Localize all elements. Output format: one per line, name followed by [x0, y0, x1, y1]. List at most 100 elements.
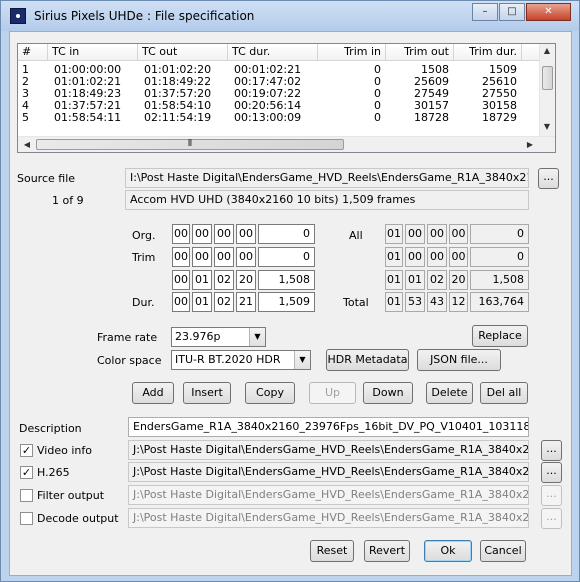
copy-button[interactable]: Copy [245, 382, 295, 404]
dur-hours[interactable]: 00 [172, 292, 190, 312]
color-space-select[interactable]: ITU-R BT.2020 HDR ▼ [171, 350, 311, 370]
filter-output-path: J:\Post Haste Digital\EndersGame_HVD_Ree… [128, 485, 529, 505]
minimize-button[interactable]: – [472, 3, 498, 21]
hdr-metadata-button[interactable]: HDR Metadata [326, 349, 409, 371]
scroll-right-icon[interactable]: ▶ [523, 140, 537, 149]
column-header-trim-out[interactable]: Trim out [386, 44, 454, 61]
dur-minutes[interactable]: 01 [192, 292, 212, 312]
del-all-button[interactable]: Del all [480, 382, 528, 404]
trim-minutes[interactable]: 00 [192, 247, 212, 267]
down-button[interactable]: Down [363, 382, 413, 404]
org-label: Org. [132, 229, 156, 242]
window-title: Sirius Pixels UHDe : File specification [34, 9, 255, 23]
horizontal-scroll-thumb[interactable]: ⦀ [36, 139, 344, 150]
chevron-down-icon[interactable]: ▼ [294, 351, 310, 369]
total-hours: 01 [385, 292, 403, 312]
json-file-button[interactable]: JSON file... [417, 349, 501, 371]
out-frame-count[interactable]: 1,508 [258, 270, 315, 290]
all-trim-minutes: 00 [405, 247, 425, 267]
all-seconds: 00 [427, 224, 447, 244]
column-header-trim-in[interactable]: Trim in [318, 44, 386, 61]
out-frames[interactable]: 20 [236, 270, 256, 290]
h265-browse-button[interactable]: ... [541, 462, 562, 483]
vertical-scroll-thumb[interactable] [542, 66, 553, 90]
out-seconds[interactable]: 02 [214, 270, 234, 290]
source-file-path[interactable]: I:\Post Haste Digital\EndersGame_HVD_Ree… [125, 168, 529, 188]
org-hours[interactable]: 00 [172, 224, 190, 244]
table-horizontal-scrollbar[interactable]: ◀ ⦀ ▶ [18, 136, 555, 152]
reel-table[interactable]: # TC in TC out TC dur. Trim in Trim out … [17, 43, 556, 153]
dur-frame-count[interactable]: 1,509 [258, 292, 315, 312]
column-header-trim-dur[interactable]: Trim dur. [454, 44, 522, 61]
dur-seconds[interactable]: 02 [214, 292, 234, 312]
trim-seconds[interactable]: 00 [214, 247, 234, 267]
column-header-tc-out[interactable]: TC out [138, 44, 228, 61]
description-label: Description [19, 422, 82, 435]
insert-button[interactable]: Insert [183, 382, 231, 404]
all-trim-hours: 01 [385, 247, 403, 267]
trim-hours[interactable]: 00 [172, 247, 190, 267]
total-frame-count: 163,764 [470, 292, 529, 312]
app-icon [10, 8, 26, 24]
total-frames: 12 [449, 292, 468, 312]
dur-frames[interactable]: 21 [236, 292, 256, 312]
chevron-down-icon[interactable]: ▼ [249, 328, 265, 346]
reel-counter: 1 of 9 [52, 194, 84, 207]
cell-number: 5 [22, 111, 29, 124]
description-input[interactable]: EndersGame_R1A_3840x2160_23976Fps_16bit_… [128, 417, 529, 437]
title-bar[interactable]: Sirius Pixels UHDe : File specification … [1, 1, 579, 31]
column-header-number[interactable]: # [18, 44, 48, 61]
all-out-seconds: 02 [427, 270, 447, 290]
all-trim-frame-count: 0 [470, 247, 529, 267]
up-button[interactable]: Up [309, 382, 356, 404]
all-out-minutes: 01 [405, 270, 425, 290]
all-out-frame-count: 1,508 [470, 270, 529, 290]
delete-button[interactable]: Delete [426, 382, 473, 404]
h265-path[interactable]: J:\Post Haste Digital\EndersGame_HVD_Ree… [128, 462, 529, 482]
frame-rate-value: 23.976p [175, 330, 221, 343]
all-frame-count: 0 [470, 224, 529, 244]
decode-output-browse-button: ... [541, 508, 562, 529]
trim-frames[interactable]: 00 [236, 247, 256, 267]
add-button[interactable]: Add [132, 382, 174, 404]
all-hours: 01 [385, 224, 403, 244]
filter-output-checkbox[interactable] [20, 489, 33, 502]
cell-trim-in: 0 [374, 75, 381, 88]
ok-button[interactable]: Ok [424, 540, 472, 562]
video-info-checkbox[interactable]: ✓ [20, 444, 33, 457]
scroll-up-icon[interactable]: ▲ [540, 46, 554, 55]
cell-trim-out: 18728 [414, 111, 449, 124]
frame-rate-select[interactable]: 23.976p ▼ [171, 327, 266, 347]
decode-output-checkbox[interactable] [20, 512, 33, 525]
table-row[interactable]: 5 01:58:54:11 02:11:54:19 00:13:00:09 0 18728… [18, 112, 540, 124]
source-browse-button[interactable]: ... [538, 168, 559, 189]
source-file-label: Source file [17, 172, 76, 185]
table-header: # TC in TC out TC dur. Trim in Trim out … [18, 44, 540, 61]
scroll-down-icon[interactable]: ▼ [540, 122, 554, 131]
all-out-hours: 01 [385, 270, 403, 290]
video-info-path[interactable]: J:\Post Haste Digital\EndersGame_HVD_Ree… [128, 440, 529, 460]
close-button[interactable]: ✕ [526, 3, 571, 21]
org-minutes[interactable]: 00 [192, 224, 212, 244]
h265-checkbox[interactable]: ✓ [20, 466, 33, 479]
replace-button[interactable]: Replace [472, 325, 528, 347]
org-seconds[interactable]: 00 [214, 224, 234, 244]
video-info-browse-button[interactable]: ... [541, 440, 562, 461]
h265-label: H.265 [37, 466, 70, 479]
trim-frame-count[interactable]: 0 [258, 247, 315, 267]
reset-button[interactable]: Reset [310, 540, 354, 562]
org-frame-count[interactable]: 0 [258, 224, 315, 244]
scroll-left-icon[interactable]: ◀ [20, 140, 34, 149]
out-hours[interactable]: 00 [172, 270, 190, 290]
maximize-button[interactable]: □ [499, 3, 525, 21]
org-frames[interactable]: 00 [236, 224, 256, 244]
cell-trim-dur: 18729 [482, 111, 517, 124]
column-header-tc-dur[interactable]: TC dur. [228, 44, 318, 61]
cancel-button[interactable]: Cancel [480, 540, 526, 562]
decode-output-path: J:\Post Haste Digital\EndersGame_HVD_Ree… [128, 508, 529, 528]
revert-button[interactable]: Revert [364, 540, 410, 562]
color-space-label: Color space [97, 354, 162, 367]
column-header-tc-in[interactable]: TC in [48, 44, 138, 61]
table-vertical-scrollbar[interactable]: ▲ ▼ [539, 44, 555, 137]
out-minutes[interactable]: 01 [192, 270, 212, 290]
